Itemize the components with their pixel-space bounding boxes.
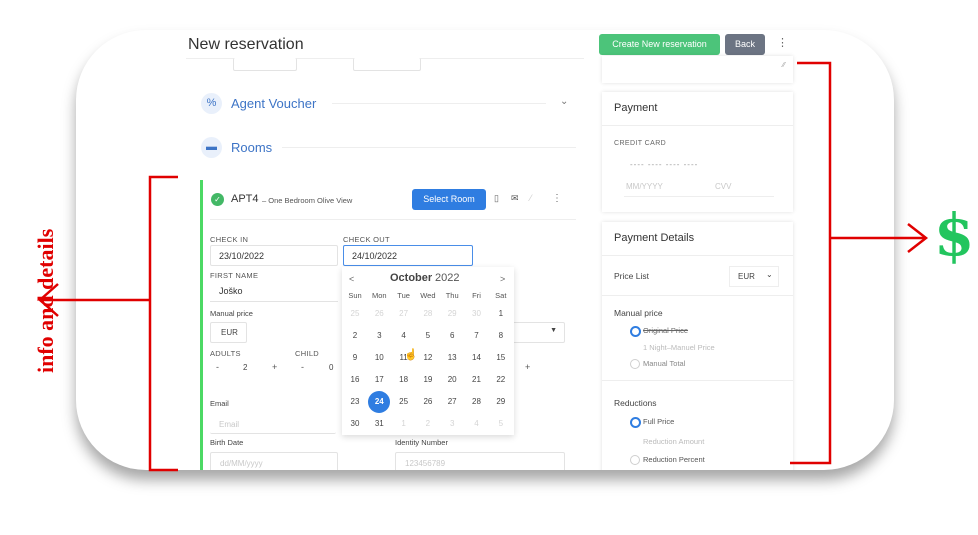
left-bracket [148, 175, 178, 472]
dollar-annotation: $ [934, 201, 975, 269]
annotation-lines [38, 61, 929, 472]
right-bracket [790, 61, 832, 465]
